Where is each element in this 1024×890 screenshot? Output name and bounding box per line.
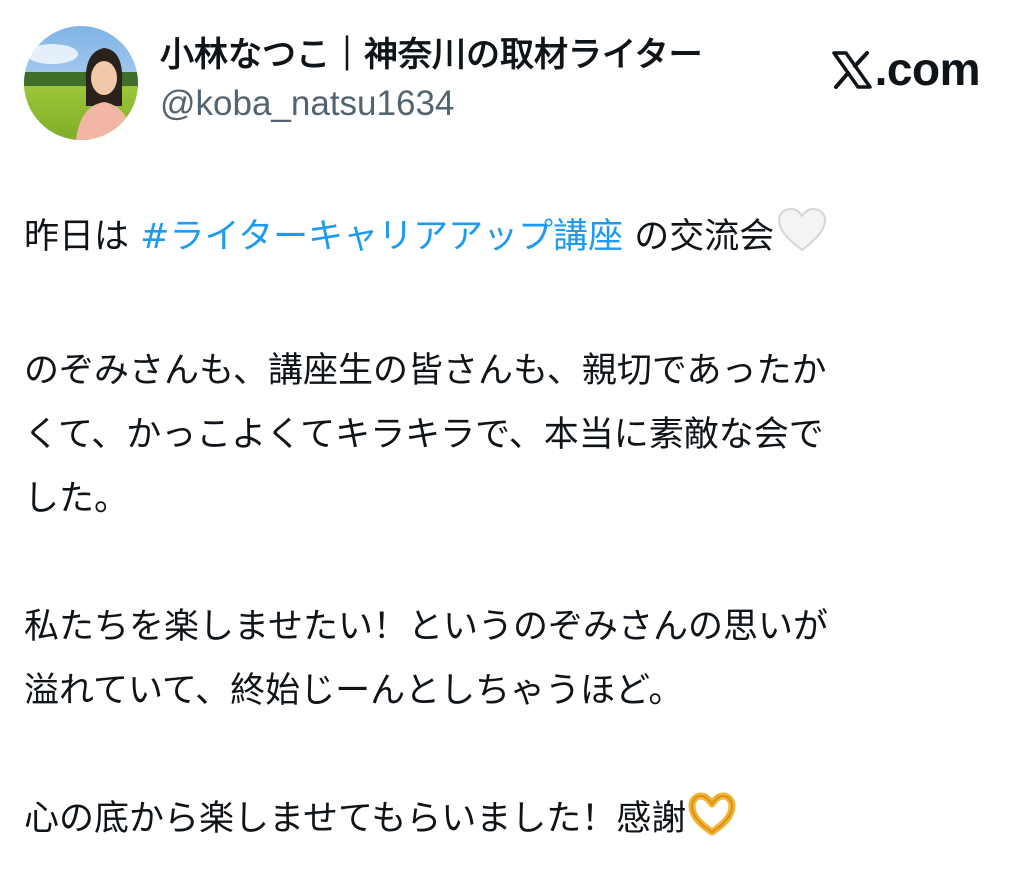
tweet-header: 小林なつこ｜神奈川の取材ライター @koba_natsu1634 .com <box>24 24 1000 144</box>
display-name[interactable]: 小林なつこ｜神奈川の取材ライター <box>160 32 703 78</box>
tweet-line-1: 昨日は #ライターキャリアアップ講座 の交流会 <box>24 205 984 275</box>
tweet-paragraph-3: 私たちを楽しませたい！というのぞみさんの思いが 溢れていて、終始じーんとしちゃう… <box>24 607 828 711</box>
tweet-paragraph-2: のぞみさんも、講座生の皆さんも、親切であったか くて、かっこよくてキラキラで、本… <box>24 351 827 519</box>
tweet-body: 昨日は #ライターキャリアアップ講座 の交流会 のぞみさんも、講座生の皆さんも、… <box>24 205 984 857</box>
avatar[interactable] <box>24 26 138 140</box>
tweet-text: 心の底から楽しませてもらいました！感謝 <box>24 799 687 839</box>
heart-hands-icon <box>688 792 736 857</box>
x-brand: .com <box>831 42 981 96</box>
tweet-text: 昨日は <box>24 217 141 257</box>
white-heart-icon <box>776 206 828 275</box>
brand-label: .com <box>874 43 981 95</box>
tweet-paragraph-4: 心の底から楽しませてもらいました！感謝 <box>24 787 984 857</box>
hashtag-link[interactable]: #ライターキャリアアップ講座 <box>140 217 623 257</box>
profile-photo-avatar <box>24 26 138 140</box>
tweet-text: の交流会 <box>623 217 775 257</box>
author-names: 小林なつこ｜神奈川の取材ライター @koba_natsu1634 <box>160 32 703 126</box>
user-handle[interactable]: @koba_natsu1634 <box>160 82 703 126</box>
x-logo-icon <box>831 48 873 90</box>
